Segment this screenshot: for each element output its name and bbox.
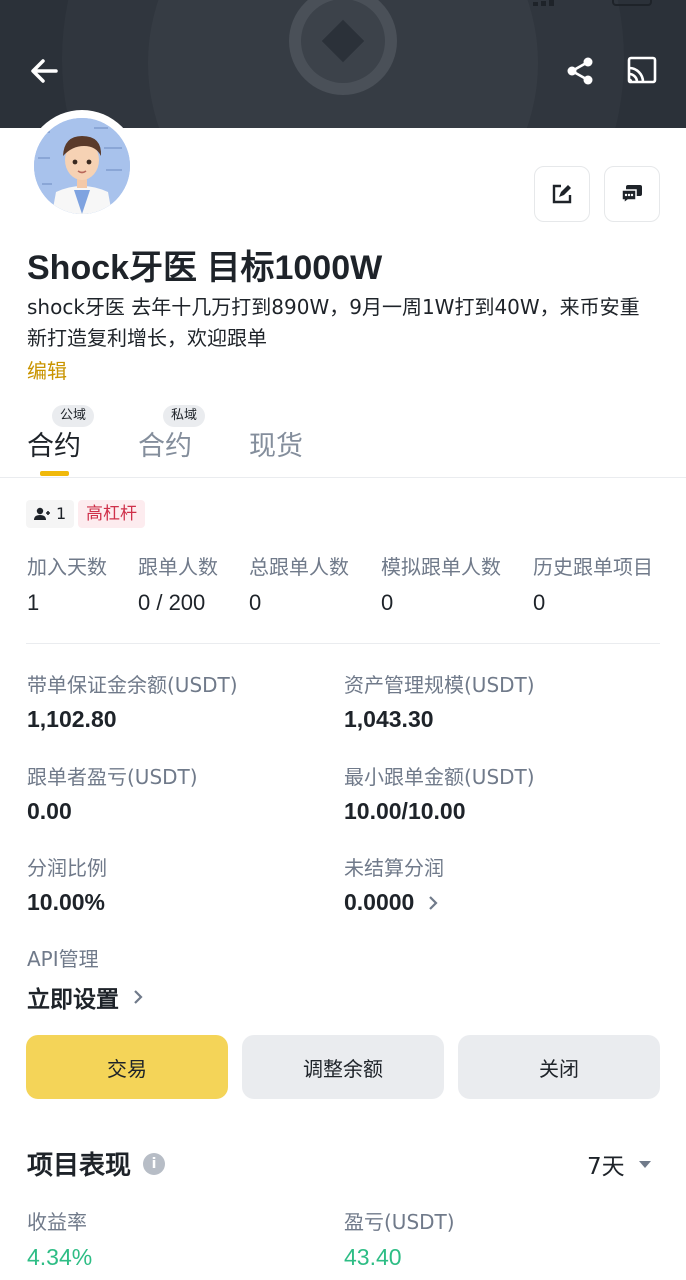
stat-value-history: 0 — [533, 590, 546, 615]
signal-icon — [533, 0, 563, 6]
trader-name: Shock牙医 目标1000W — [27, 249, 383, 287]
edit-icon — [552, 184, 572, 204]
unsettled-share-value: 0.0000 — [344, 889, 415, 915]
high-leverage-tag: 高杠杆 — [78, 500, 145, 528]
aum-value: 1,043.30 — [344, 706, 434, 732]
api-setup-text: 立即设置 — [27, 986, 119, 1012]
margin-balance-value: 1,102.80 — [27, 706, 117, 732]
edit-profile-button[interactable] — [534, 166, 590, 222]
stat-value-mock-copiers: 0 — [381, 590, 394, 615]
avatar-dentist-cartoon-icon — [34, 118, 130, 214]
stats-divider — [26, 643, 660, 644]
follower-count-tag: 1 — [26, 500, 75, 528]
pnl-label: 盈亏(USDT) — [344, 1210, 455, 1234]
roi-value: 4.34% — [27, 1244, 93, 1270]
min-copy-label: 最小跟单金额(USDT) — [344, 765, 535, 789]
api-management-label: API管理 — [27, 947, 99, 971]
chevron-right-icon — [134, 990, 143, 1004]
tab-futures-public[interactable]: 合约 — [27, 424, 81, 463]
pnl-value: 43.40 — [344, 1244, 402, 1270]
avatar-image — [34, 118, 130, 214]
stat-label-days: 加入天数 — [27, 555, 107, 579]
performance-title: 项目表现 — [27, 1151, 132, 1181]
close-button[interactable]: 关闭 — [458, 1035, 660, 1099]
arrow-left-icon — [31, 59, 58, 83]
profit-share-label: 分润比例 — [27, 856, 107, 880]
follower-pnl-value: 0.00 — [27, 798, 72, 824]
battery-icon — [612, 0, 652, 6]
edit-bio-link[interactable]: 编辑 — [27, 355, 67, 384]
back-button[interactable] — [27, 54, 61, 88]
chat-icon — [621, 185, 642, 205]
profit-share-value: 10.00% — [27, 889, 106, 915]
roi-label: 收益率 — [27, 1210, 87, 1234]
unsettled-share-link[interactable]: 0.0000 — [344, 889, 438, 916]
follower-pnl-label: 跟单者盈亏(USDT) — [27, 765, 198, 789]
stat-label-mock-copiers: 模拟跟单人数 — [381, 555, 501, 579]
stat-label-copiers: 跟单人数 — [138, 555, 218, 579]
unsettled-share-label: 未结算分润 — [344, 856, 444, 880]
profile-header-banner — [0, 0, 686, 128]
caret-down-icon — [638, 1160, 651, 1168]
tab-divider — [0, 477, 686, 478]
aum-label: 资产管理规模(USDT) — [344, 673, 535, 697]
stat-value-copiers: 0 / 200 — [138, 590, 206, 615]
cast-button[interactable] — [625, 54, 659, 88]
active-tab-indicator — [40, 471, 69, 476]
user-icon — [34, 507, 50, 520]
period-value: 7天 — [587, 1154, 625, 1180]
stat-label-history: 历史跟单项目 — [533, 555, 653, 579]
trader-bio: shock牙医 去年十几万打到890W，9月一周1W打到40W，来币安重新打造复… — [27, 295, 640, 350]
message-button[interactable] — [604, 166, 660, 222]
tab-futures-private[interactable]: 合约 — [138, 424, 192, 463]
period-selector[interactable]: 7天 — [587, 1147, 651, 1181]
stat-value-total-copiers: 0 — [249, 590, 262, 615]
cast-icon — [627, 56, 657, 84]
info-icon[interactable]: i — [143, 1152, 166, 1175]
avatar[interactable] — [26, 110, 138, 222]
share-icon — [567, 57, 593, 85]
stat-label-total-copiers: 总跟单人数 — [249, 555, 349, 579]
share-button[interactable] — [563, 54, 597, 88]
adjust-balance-button[interactable]: 调整余额 — [242, 1035, 444, 1099]
follower-count-value: 1 — [56, 504, 67, 523]
stat-value-days: 1 — [27, 590, 40, 615]
min-copy-value: 10.00/10.00 — [344, 798, 466, 824]
trade-button[interactable]: 交易 — [26, 1035, 228, 1099]
api-setup-link[interactable]: 立即设置 — [27, 980, 143, 1014]
status-time — [70, 0, 130, 4]
chevron-right-icon — [429, 895, 438, 910]
performance-title-row: 项目表现 i — [27, 1145, 166, 1182]
tab-spot[interactable]: 现货 — [249, 424, 303, 463]
status-bar — [0, 0, 686, 10]
margin-balance-label: 带单保证金余额(USDT) — [27, 673, 238, 697]
